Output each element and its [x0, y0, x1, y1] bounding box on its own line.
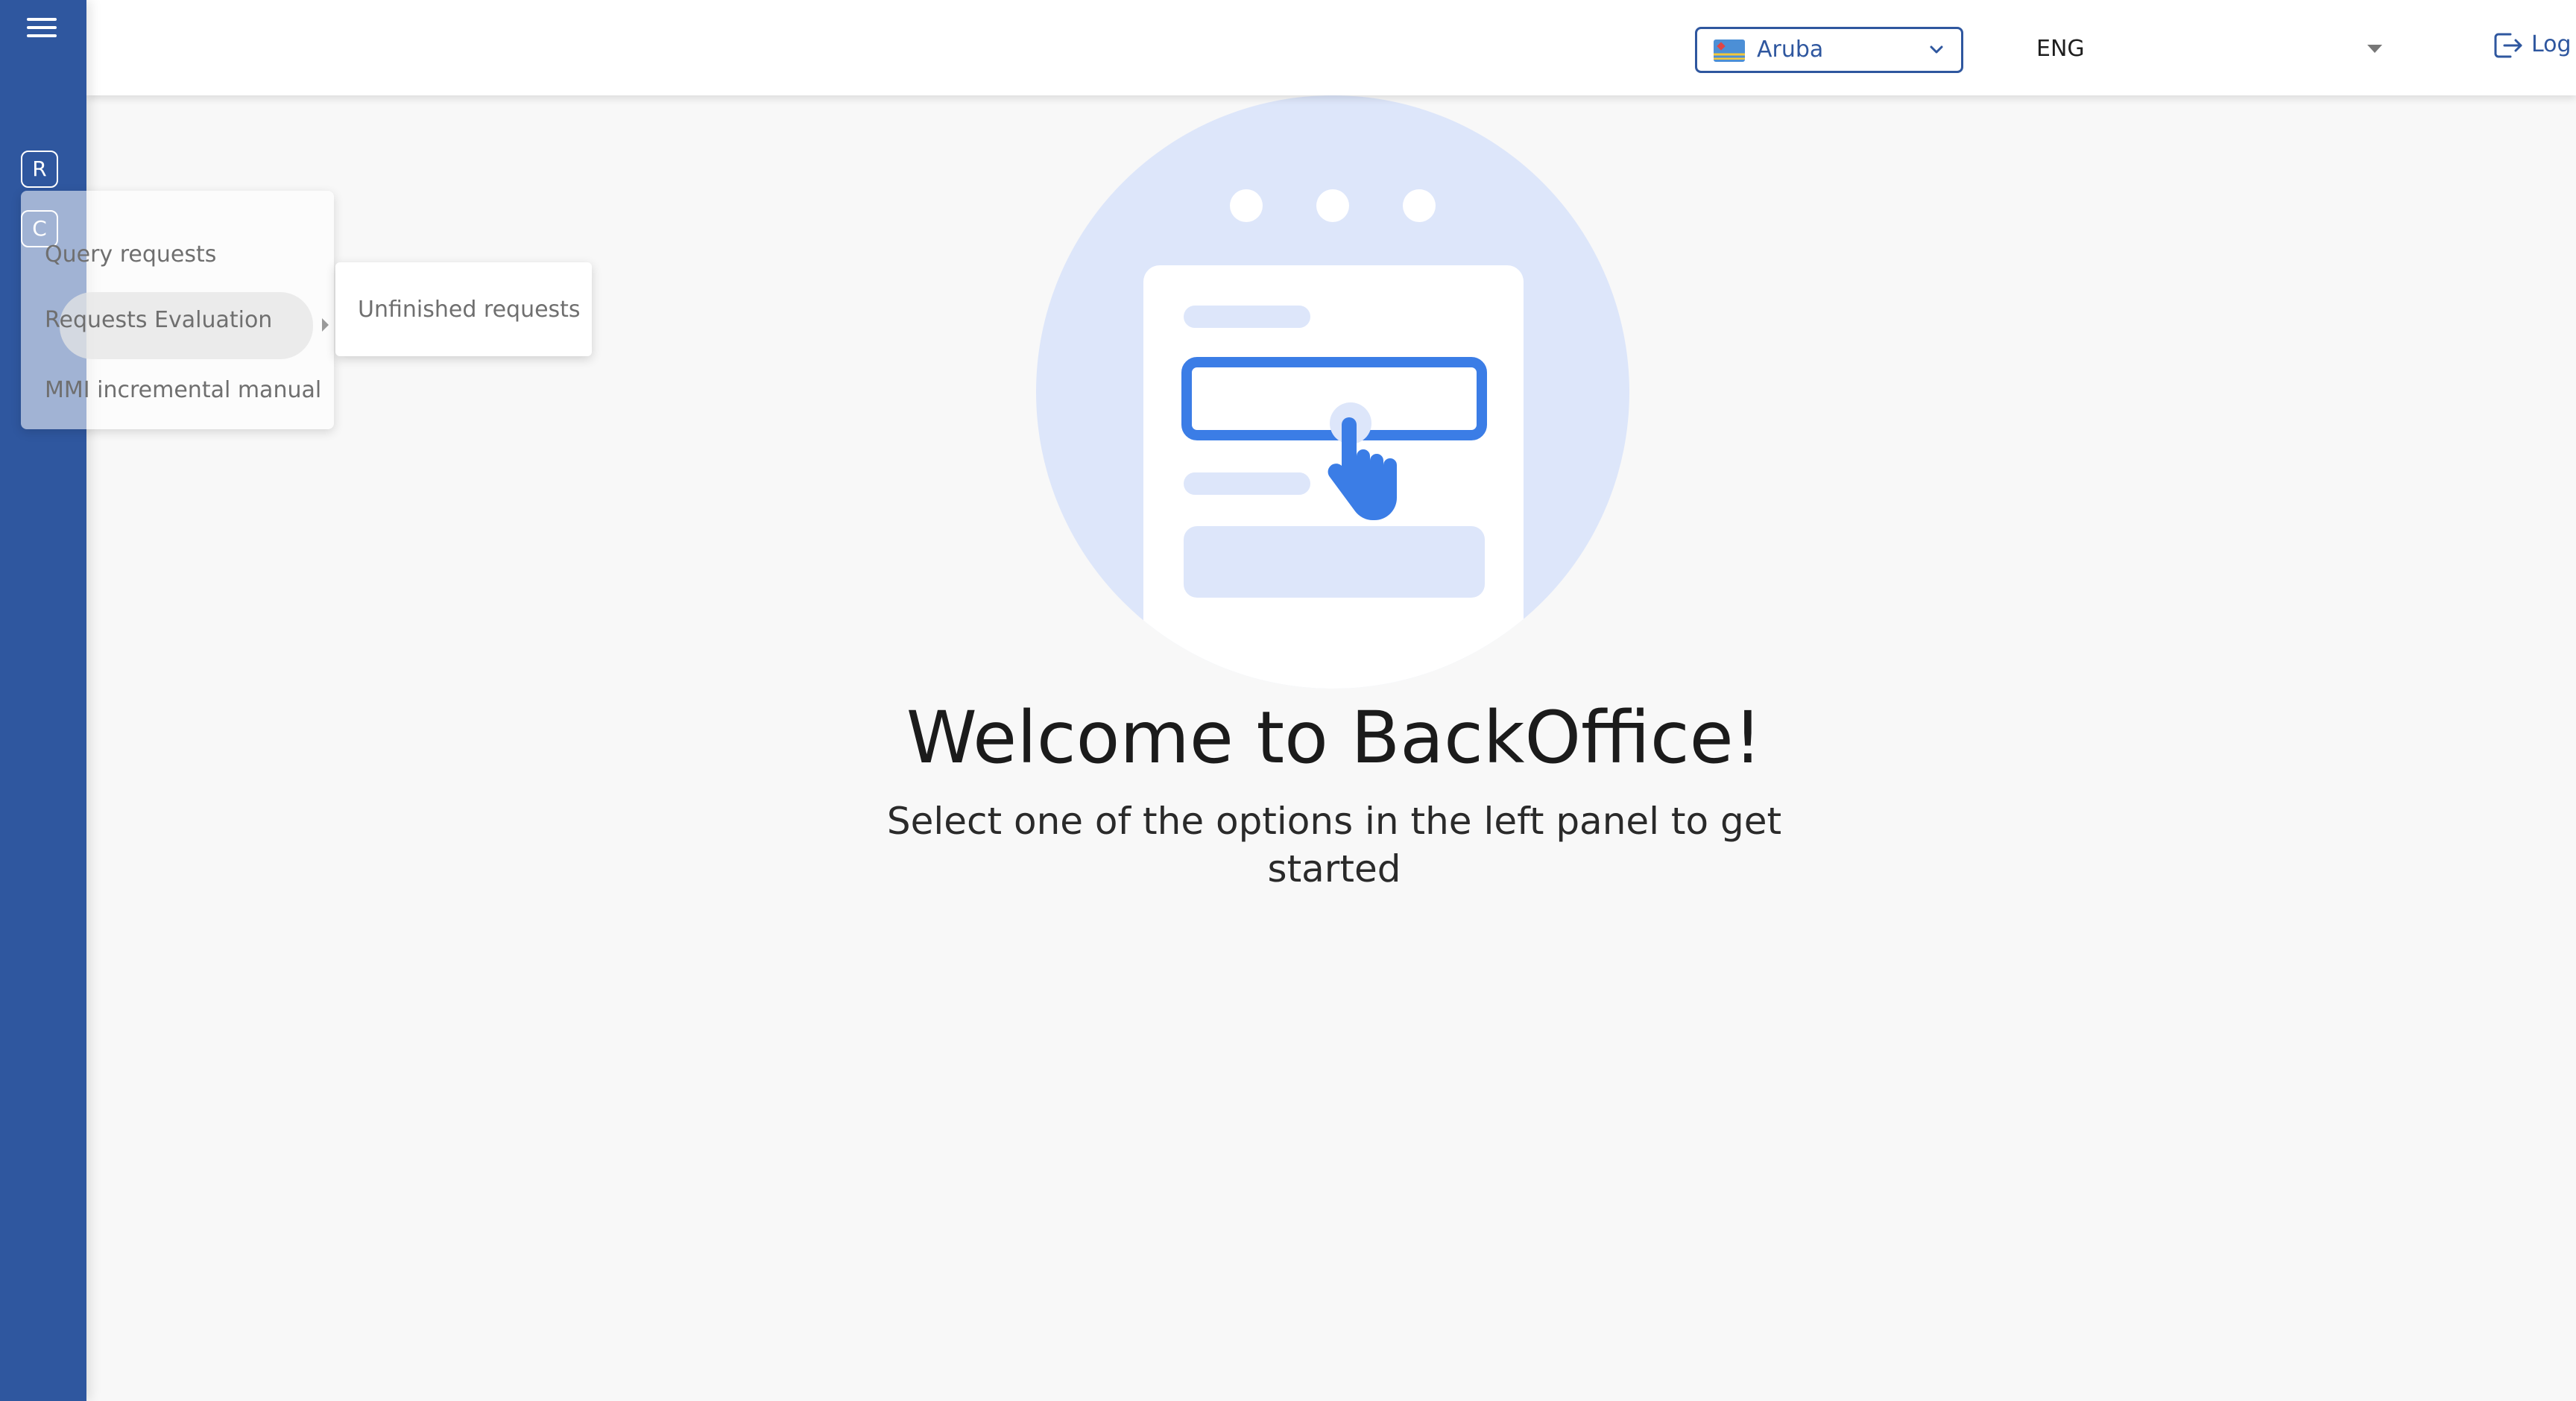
logout-icon	[2494, 33, 2522, 58]
language-select-value: ENG	[2036, 36, 2085, 62]
submenu-item-unfinished-requests[interactable]: Unfinished requests	[335, 262, 592, 356]
top-header: Aruba ENG Log out	[86, 0, 2576, 95]
menu-item-query-requests[interactable]: Query requests	[21, 221, 334, 288]
form-click-illustration	[1036, 95, 1629, 689]
menu-item-label: Requests Evaluation	[45, 307, 273, 333]
menu-item-requests-evaluation[interactable]: Requests Evaluation	[21, 285, 334, 359]
country-select[interactable]: Aruba	[1695, 27, 1963, 73]
chevron-down-icon	[1930, 45, 1943, 54]
welcome-subtitle: Select one of the options in the left pa…	[886, 800, 1782, 891]
logout-label: Log out	[2531, 31, 2576, 57]
menu-item-label: Query requests	[45, 241, 217, 268]
welcome-title: Welcome to BackOffice!	[906, 696, 1763, 779]
submenu-arrow-icon	[322, 318, 329, 332]
language-select[interactable]: ENG	[2024, 27, 2397, 73]
menu-item-label: MMI incremental manual	[45, 377, 322, 403]
menu-item-mmi-incremental-manual[interactable]: MMI incremental manual	[21, 356, 334, 423]
country-select-value: Aruba	[1757, 37, 1824, 63]
flyout-menu: Query requests Requests Evaluation MMI i…	[21, 191, 334, 429]
sidebar-rail-item-r[interactable]: R	[21, 151, 58, 188]
submenu-item-label: Unfinished requests	[358, 297, 581, 323]
aruba-flag-icon	[1714, 39, 1745, 62]
hamburger-menu-icon[interactable]	[27, 18, 57, 40]
caret-down-icon	[2367, 45, 2382, 53]
